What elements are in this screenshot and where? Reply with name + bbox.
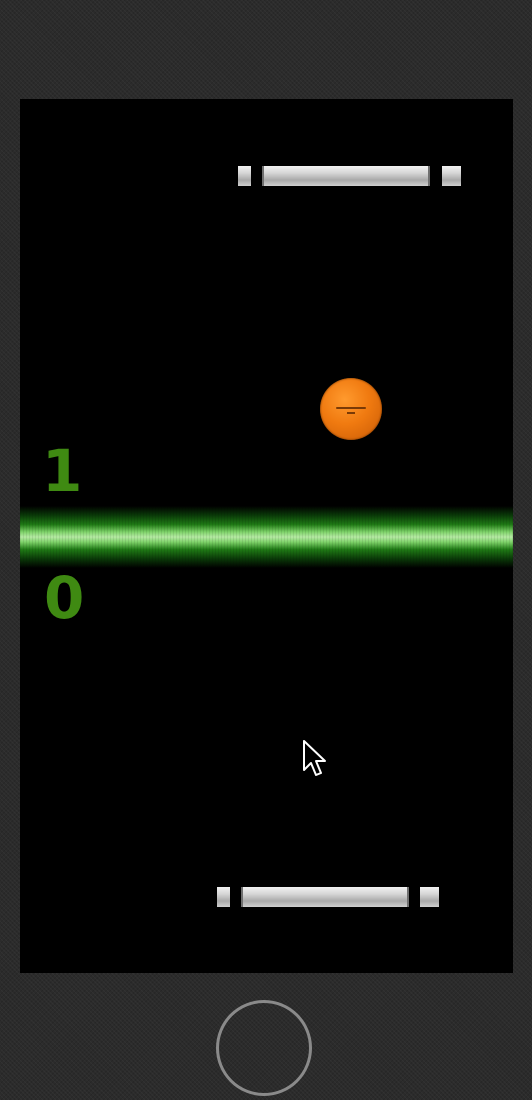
ping-pong-ball	[320, 378, 382, 440]
paddle-bar	[262, 166, 430, 186]
paddle-cap-left	[217, 887, 230, 907]
center-net	[20, 506, 513, 568]
player-paddle[interactable]	[217, 887, 439, 907]
paddle-bar[interactable]	[241, 887, 409, 907]
paddle-cap-right	[420, 887, 439, 907]
opponent-score: 1	[42, 437, 83, 505]
paddle-cap-right	[442, 166, 461, 186]
player-score: 0	[44, 564, 85, 632]
phone-frame: 1 0	[0, 0, 532, 1100]
mouse-pointer-icon	[303, 740, 326, 776]
home-button[interactable]	[216, 1000, 312, 1096]
opponent-paddle	[238, 166, 461, 186]
game-screen[interactable]: 1 0	[20, 99, 513, 973]
ball-logo-mark	[347, 412, 355, 414]
paddle-cap-left	[238, 166, 251, 186]
ball-logo	[336, 407, 366, 409]
